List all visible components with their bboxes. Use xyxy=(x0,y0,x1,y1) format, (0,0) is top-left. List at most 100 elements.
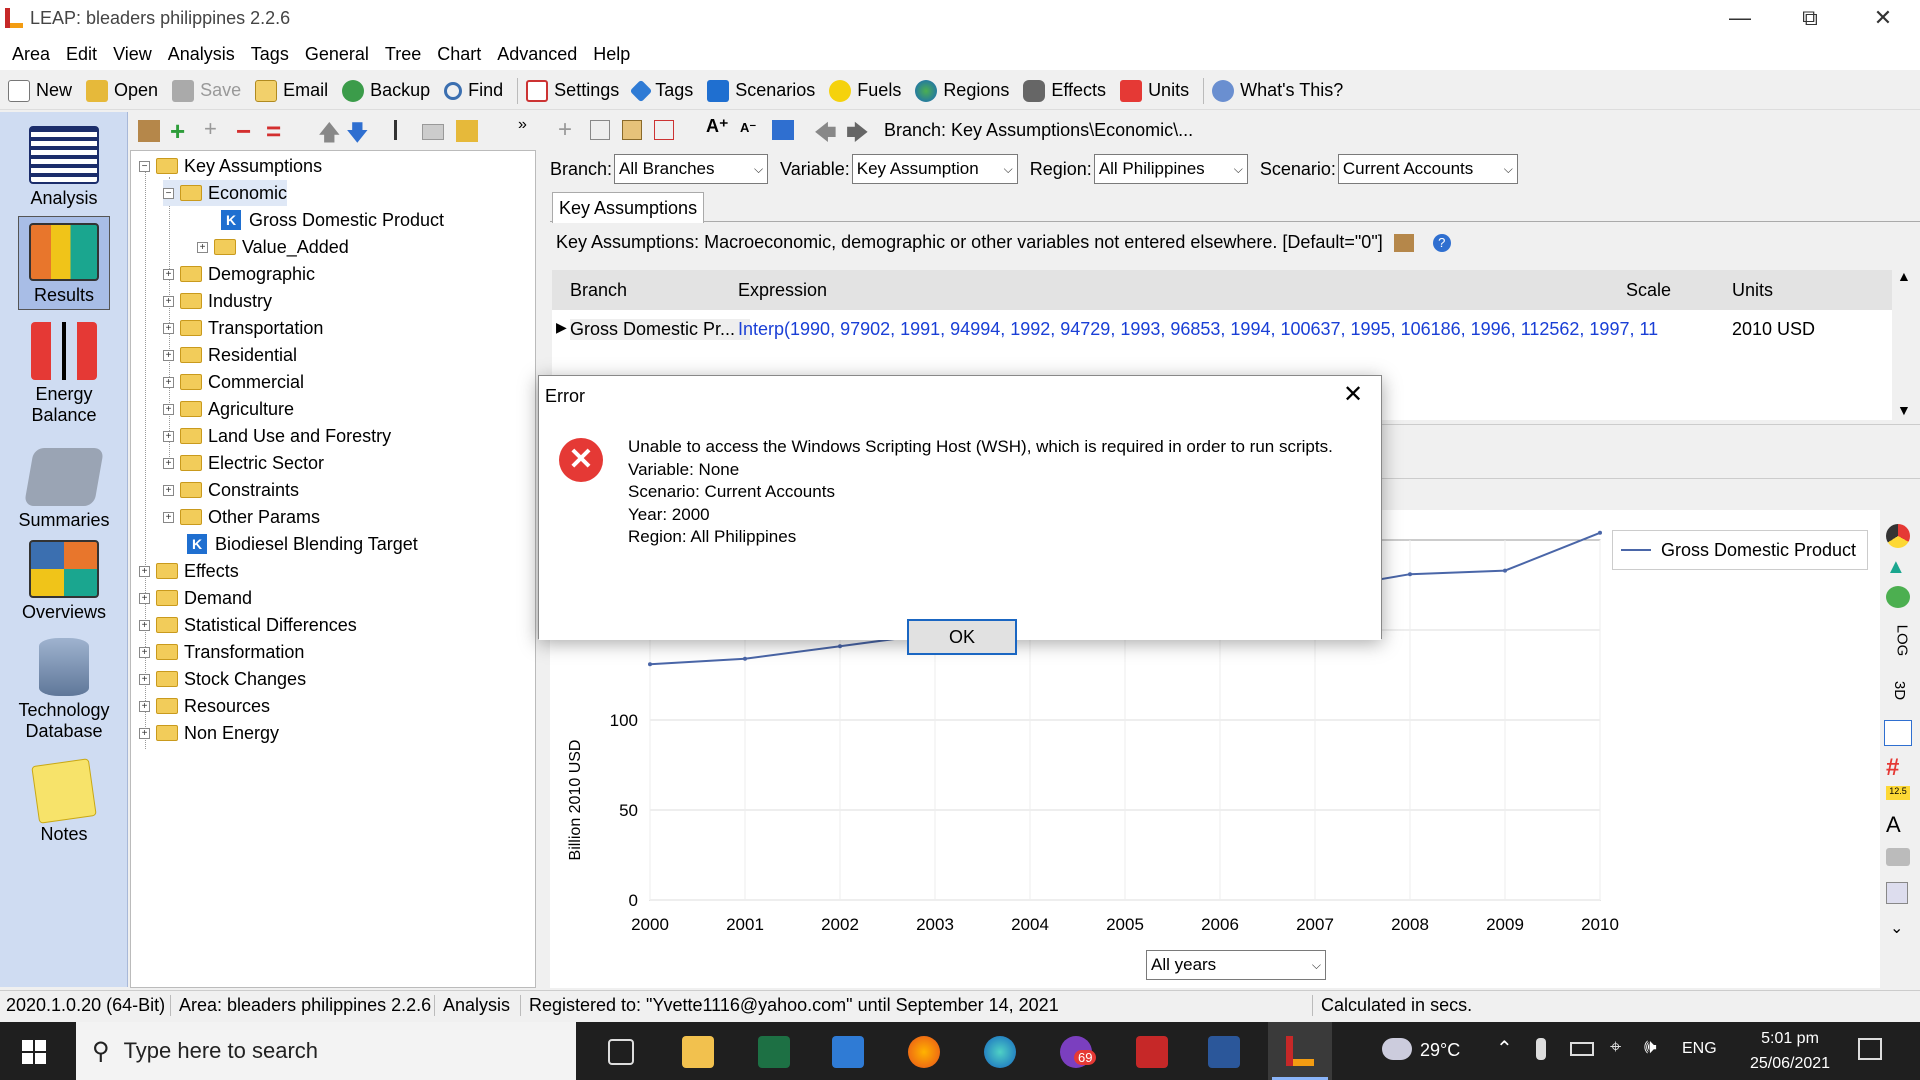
branch-select[interactable]: All Branches ⌵ xyxy=(614,154,769,184)
backup-button[interactable]: Backup xyxy=(342,79,430,102)
tree-node-resources[interactable]: + Resources xyxy=(139,693,270,719)
mail-icon[interactable] xyxy=(832,1036,864,1068)
view-results[interactable]: Results xyxy=(18,216,110,310)
tree-node-commercial[interactable]: + Commercial xyxy=(163,369,304,395)
increase-font-icon[interactable]: A⁺ xyxy=(706,116,729,137)
language-indicator[interactable]: ENG xyxy=(1682,1040,1717,1058)
tree-node-key-assumptions[interactable]: − Key Assumptions xyxy=(139,153,322,179)
view-summaries[interactable]: Summaries xyxy=(0,448,128,531)
file-explorer-icon[interactable] xyxy=(682,1036,714,1068)
mcafee-icon[interactable] xyxy=(1136,1036,1168,1068)
area-chart-icon[interactable]: ▲ xyxy=(1886,556,1906,579)
fuels-button[interactable]: Fuels xyxy=(829,79,901,102)
menu-tags[interactable]: Tags xyxy=(243,44,297,65)
decrease-font-icon[interactable]: A⁻ xyxy=(740,120,756,136)
add-multiple-icon[interactable]: + xyxy=(204,116,217,142)
task-view-icon[interactable] xyxy=(608,1039,634,1065)
leap-taskbar-button[interactable] xyxy=(1268,1022,1332,1080)
font-icon[interactable]: A xyxy=(1886,812,1901,838)
notifications-icon[interactable] xyxy=(1858,1038,1882,1060)
export-icon[interactable] xyxy=(654,120,674,140)
menu-advanced[interactable]: Advanced xyxy=(489,44,585,65)
table-row[interactable]: ▶ Gross Domestic Pr... Interp(1990, 9790… xyxy=(552,314,1892,346)
email-button[interactable]: Email xyxy=(255,79,328,102)
scroll-up-icon[interactable]: ▲ xyxy=(1897,268,1911,284)
view-notes[interactable]: Notes xyxy=(0,758,128,845)
more-chevron-icon[interactable]: » xyxy=(518,116,527,134)
tree-node-other-params[interactable]: + Other Params xyxy=(163,504,320,530)
firefox-icon[interactable] xyxy=(908,1036,940,1068)
lock-icon[interactable] xyxy=(456,120,478,142)
tree-node-statistical-differences[interactable]: + Statistical Differences xyxy=(139,612,357,638)
taskbar-search[interactable]: ⚲ Type here to search xyxy=(76,1022,576,1080)
folder-icon[interactable] xyxy=(422,124,444,140)
whats-this-button[interactable]: What's This? xyxy=(1212,79,1343,102)
new-button[interactable]: New xyxy=(8,79,72,102)
tree-node-economic[interactable]: − Economic xyxy=(163,180,288,206)
tree-node-value-added[interactable]: + Value_Added xyxy=(197,234,349,260)
effects-button[interactable]: Effects xyxy=(1023,79,1106,102)
edit-note-icon[interactable] xyxy=(1393,234,1414,253)
tree-node-demographic[interactable]: + Demographic xyxy=(163,261,315,287)
tree-node-agriculture[interactable]: + Agriculture xyxy=(163,396,294,422)
table-view-icon[interactable] xyxy=(1884,720,1912,746)
move-down-icon[interactable]: 🡇 xyxy=(346,116,369,154)
menu-analysis[interactable]: Analysis xyxy=(160,44,243,65)
3d-toggle[interactable]: 3D xyxy=(1891,681,1908,700)
units-button[interactable]: Units xyxy=(1120,79,1189,102)
restore-button[interactable]: ⧉ xyxy=(1775,0,1845,36)
color-palette-icon[interactable] xyxy=(1886,586,1910,608)
tree-node-biodiesel[interactable]: K Biodiesel Blending Target xyxy=(187,531,418,557)
chevron-up-icon[interactable]: ⌃ xyxy=(1496,1036,1513,1061)
tree-node-industry[interactable]: + Industry xyxy=(163,288,272,314)
number-format-icon[interactable]: 12.5 xyxy=(1886,786,1910,800)
more-chevron-icon[interactable]: ⌄ xyxy=(1890,918,1903,938)
col-expression[interactable]: Expression xyxy=(738,280,827,301)
grid-scrollbar[interactable]: ▲ ▼ xyxy=(1893,264,1915,424)
menu-general[interactable]: General xyxy=(297,44,377,65)
grid-toggle-icon[interactable]: # xyxy=(1886,754,1899,782)
word-icon[interactable] xyxy=(1208,1036,1240,1068)
add-branch-icon[interactable]: + xyxy=(170,116,185,147)
tree-node-demand[interactable]: + Demand xyxy=(139,585,252,611)
tree-properties-icon[interactable] xyxy=(138,120,160,142)
viber-icon[interactable]: 69 xyxy=(1060,1036,1097,1068)
excel-icon[interactable] xyxy=(758,1036,790,1068)
variable-select[interactable]: Key Assumption ⌵ xyxy=(851,154,1018,184)
tree-node-residential[interactable]: + Residential xyxy=(163,342,297,368)
weather-temp[interactable]: 29°C xyxy=(1420,1040,1460,1061)
tree-node-electric-sector[interactable]: + Electric Sector xyxy=(163,450,324,476)
save-button[interactable]: Save xyxy=(172,79,241,102)
volume-icon[interactable]: 🕪 xyxy=(1644,1036,1657,1059)
cell-expression[interactable]: Interp(1990, 97902, 1991, 94994, 1992, 9… xyxy=(738,319,1658,340)
years-select[interactable]: All years ⌵ xyxy=(1146,950,1326,980)
wifi-icon[interactable]: ⌖ xyxy=(1610,1036,1621,1059)
find-button[interactable]: Find xyxy=(444,80,503,101)
regions-button[interactable]: Regions xyxy=(915,79,1009,102)
tree-node-constraints[interactable]: + Constraints xyxy=(163,477,299,503)
menu-area[interactable]: Area xyxy=(4,44,58,65)
menu-tree[interactable]: Tree xyxy=(377,44,429,65)
ok-button[interactable]: OK xyxy=(907,619,1017,655)
region-select[interactable]: All Philippines ⌵ xyxy=(1093,154,1248,184)
clock[interactable]: 5:01 pm 25/06/2021 xyxy=(1740,1026,1840,1076)
menu-help[interactable]: Help xyxy=(585,44,638,65)
tree-node-transformation[interactable]: + Transformation xyxy=(139,639,304,665)
cell-units[interactable]: 2010 USD xyxy=(1732,319,1815,340)
move-up-icon[interactable]: 🡅 xyxy=(318,116,341,154)
pie-chart-icon[interactable] xyxy=(1886,524,1910,548)
menu-edit[interactable]: Edit xyxy=(58,44,105,65)
view-energy-balance[interactable]: Energy Balance xyxy=(0,322,128,426)
back-arrow-icon[interactable]: 🡄 xyxy=(814,116,837,154)
paste-icon[interactable] xyxy=(622,120,642,140)
tree-node-stock-changes[interactable]: + Stock Changes xyxy=(139,666,306,692)
view-technology-database[interactable]: Technology Database xyxy=(0,638,128,742)
menu-view[interactable]: View xyxy=(105,44,160,65)
menu-chart[interactable]: Chart xyxy=(429,44,489,65)
print-icon[interactable] xyxy=(1886,848,1910,866)
copy-chart-icon[interactable] xyxy=(1886,882,1908,904)
tree-node-effects[interactable]: + Effects xyxy=(139,558,239,584)
tree-view-icon[interactable] xyxy=(394,120,412,140)
log-scale-toggle[interactable]: LOG xyxy=(1893,625,1910,657)
minimize-button[interactable]: — xyxy=(1705,0,1775,36)
